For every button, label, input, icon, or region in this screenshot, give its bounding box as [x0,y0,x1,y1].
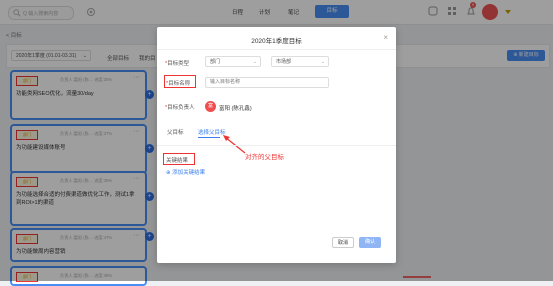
chevron-down-icon: ⌄ [320,59,325,65]
dept-value: 市场部 [276,59,292,65]
dept-select[interactable]: 市场部 ⌄ [271,56,329,67]
tab-underline [198,137,220,138]
goal-name-input[interactable] [205,77,329,88]
modal-title: 2020年1季度目标 [251,38,302,45]
arrow-icon [223,135,246,154]
close-icon[interactable]: × [383,33,388,42]
owner-label: *目标负责人 [165,105,195,111]
chevron-down-icon: ⌄ [252,59,257,65]
goal-modal: 2020年1季度目标 × *目标类型 部门 ⌄ 市场部 ⌄ *目标名称 *目标负… [157,27,396,263]
owner-avatar: 富 [205,101,216,112]
confirm-button[interactable]: 确认 [359,237,381,248]
cancel-button[interactable]: 取消 [332,237,354,248]
parent-goal-label: 父目标 [167,130,184,136]
divider [157,145,396,146]
goal-name-label: *目标名称 [166,81,191,87]
goal-type-value: 部门 [210,59,221,65]
goal-type-label: *目标类型 [165,61,190,67]
owner-name[interactable]: 富阳 (陈孔鑫) [219,104,252,112]
key-results-label: 关键结果 [166,158,189,164]
annotation-text: 对齐的父目标 [245,154,284,161]
goal-type-select[interactable]: 部门 ⌄ [205,56,261,67]
add-key-result-link[interactable]: ⊕ 添加关键结果 [166,168,205,176]
divider [157,49,396,50]
